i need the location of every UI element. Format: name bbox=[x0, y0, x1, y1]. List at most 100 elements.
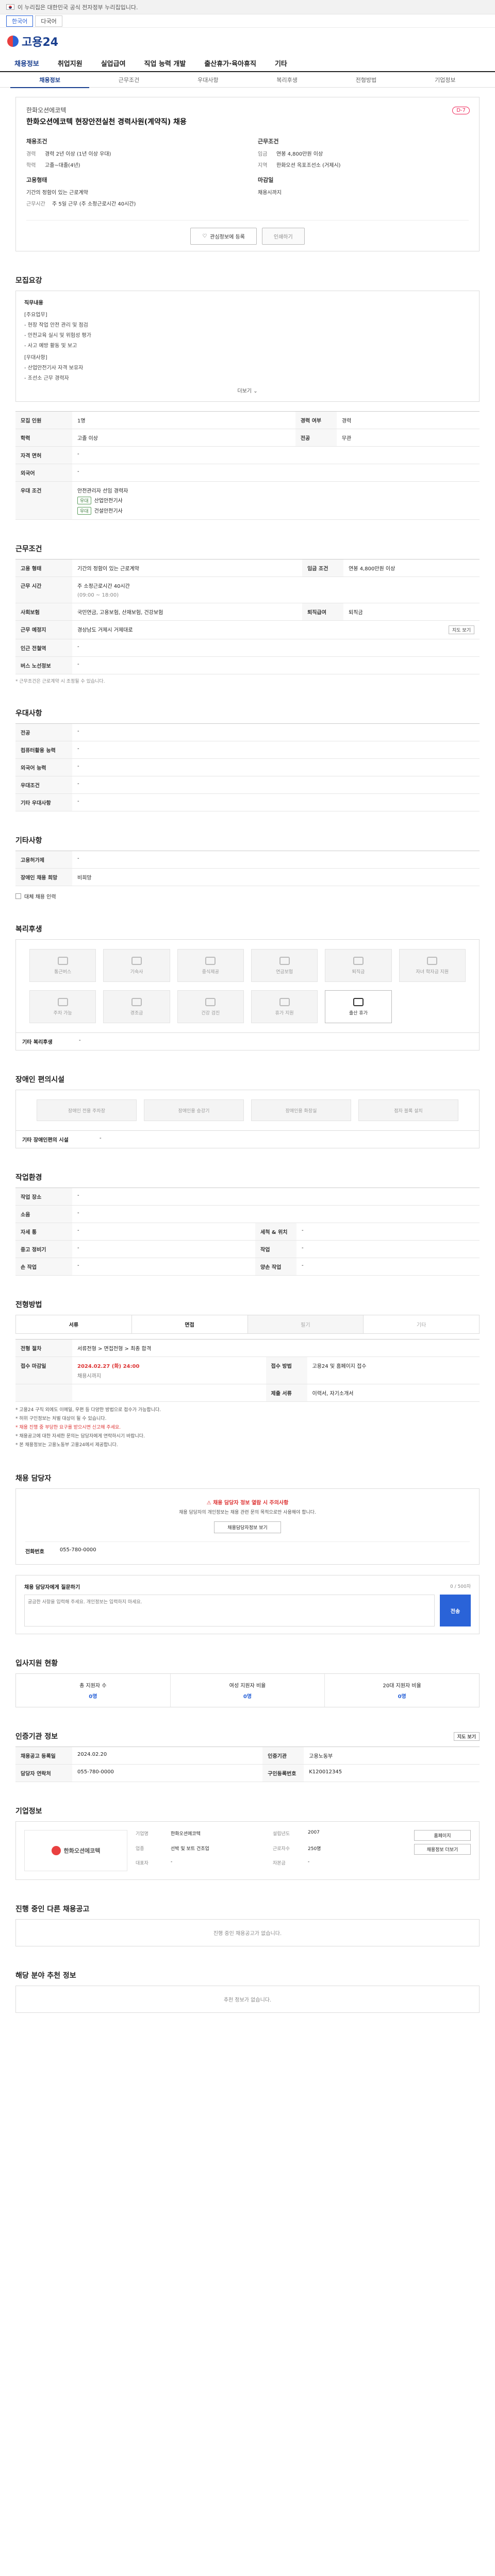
cell-key: 컴퓨터활용 능력 bbox=[15, 741, 72, 759]
agency-table: 채용공고 등록일 2024.02.20 인증기관 고용노동부 담당자 연락처 055-7… bbox=[15, 1747, 480, 1783]
cell-key: 퇴직급여 bbox=[302, 603, 344, 621]
cell-key: 접수 마감일 bbox=[15, 1357, 72, 1384]
inquiry-textarea[interactable] bbox=[24, 1595, 435, 1627]
cell-value: 2024.02.20 bbox=[72, 1747, 263, 1765]
cell-value: - bbox=[72, 758, 480, 776]
cell-value: - bbox=[72, 464, 480, 482]
kv-value: 채용시까지 bbox=[258, 190, 282, 196]
print-button-label: 인쇄하기 bbox=[273, 234, 293, 240]
map-button[interactable]: 지도 보기 bbox=[449, 625, 474, 634]
summary-left-heading: 채용조건 bbox=[26, 138, 47, 145]
alert-icon: ⚠ bbox=[206, 1500, 213, 1506]
stat-label: 여성 지원자 비율 bbox=[229, 1683, 266, 1689]
tab-prefer[interactable]: 우대사항 bbox=[169, 76, 248, 84]
company-key: 근로자수 bbox=[273, 1846, 290, 1852]
replacement-check-row: 대체 채용 인력 bbox=[15, 892, 480, 900]
gnb-item-leave[interactable]: 출산휴가·육아휴직 bbox=[195, 58, 266, 68]
more-label: 더보기 bbox=[237, 388, 252, 394]
screening-methods: 서류 면접 필기 기타 bbox=[15, 1315, 480, 1334]
inquiry-send-button[interactable]: 전송 bbox=[440, 1595, 471, 1627]
logo-link[interactable]: 고용24 bbox=[7, 33, 58, 49]
hours-sub: (09:00 ~ 18:00) bbox=[77, 592, 119, 598]
logo-mark-icon bbox=[7, 36, 19, 47]
cell-value: 1명 bbox=[72, 411, 295, 429]
cell-value: 이력서, 자기소개서 bbox=[307, 1384, 480, 1402]
language-row: 한국어 다국어 bbox=[0, 14, 495, 28]
company-key: 자본금 bbox=[273, 1861, 286, 1867]
table-row: 컴퓨터활용 능력 - bbox=[15, 741, 480, 759]
cell-value: - bbox=[72, 639, 480, 657]
view-contact-button[interactable]: 채용담당자정보 보기 bbox=[214, 1521, 281, 1534]
cell-value: 2024.02.27 (화) 24:00 채용시까지 bbox=[72, 1357, 266, 1384]
company-key: 설립년도 bbox=[273, 1832, 290, 1837]
table-row: 근무 예정지 경상남도 거제시 거제대로 지도 보기 bbox=[15, 620, 480, 639]
table-row: 손 작업 - 양손 작업 - bbox=[15, 1258, 480, 1276]
bus-icon bbox=[57, 956, 68, 965]
replacement-checkbox[interactable] bbox=[15, 893, 21, 899]
brand-name: 고용24 bbox=[22, 36, 59, 49]
cell-value: 주 소정근로시간 40시간 (09:00 ~ 18:00) bbox=[72, 577, 480, 603]
agency-title: 인증기관 정보 bbox=[15, 1733, 58, 1741]
gnb-item-training[interactable]: 직업 능력 개발 bbox=[135, 58, 195, 68]
welfare-item: 경조금 bbox=[103, 990, 170, 1023]
tab-welfare[interactable]: 복리후생 bbox=[248, 76, 326, 84]
welfare-item: 기숙사 bbox=[103, 949, 170, 982]
notice-item: * 본 채용정보는 고용노동부 고용24에서 제공합니다. bbox=[15, 1442, 118, 1448]
environment-section-title: 작업환경 bbox=[15, 1172, 480, 1182]
tab-company[interactable]: 기업정보 bbox=[406, 76, 485, 84]
kv-key: 근무시간 bbox=[26, 201, 45, 207]
similar-title: 해당 분야 추천 정보 bbox=[15, 1972, 76, 1980]
deadline-sub: 채용시까지 bbox=[77, 1374, 101, 1379]
gnb-item-support[interactable]: 취업지원 bbox=[48, 58, 92, 68]
cell-value: 고졸 이상 bbox=[72, 429, 295, 447]
more-jobs-button[interactable]: 채용정보 더보기 bbox=[414, 1844, 471, 1855]
cell-key: 중고 정비기 bbox=[15, 1240, 72, 1258]
welfare-item-label: 중식제공 bbox=[202, 969, 219, 975]
gnb-item-benefits[interactable]: 실업급여 bbox=[92, 58, 135, 68]
footer-space bbox=[15, 2013, 480, 2033]
kv-key: 지역 bbox=[258, 163, 268, 168]
kv-value: 연봉 4,800만원 이상 bbox=[276, 151, 323, 157]
tab-conditions[interactable]: 근무조건 bbox=[89, 76, 168, 84]
cell-key: 근무 예정지 bbox=[15, 620, 72, 639]
facility-etc-value: - bbox=[100, 1136, 102, 1141]
hours-value: 주 소정근로시간 40시간 bbox=[77, 584, 130, 589]
tab-screening[interactable]: 전형방법 bbox=[326, 76, 405, 84]
company-value: 250명 bbox=[308, 1846, 321, 1852]
main-navigation: 채용정보 취업지원 실업급여 직업 능력 개발 출산휴가·육아휴직 기타 bbox=[0, 55, 495, 72]
homepage-button[interactable]: 홈페이지 bbox=[414, 1830, 471, 1841]
cell-value: - bbox=[72, 1258, 255, 1276]
stat-label: 20대 지원자 비율 bbox=[383, 1683, 421, 1689]
cell-value: - bbox=[72, 1188, 480, 1206]
desc-line: - 현장 작업 안전 관리 및 점검 bbox=[24, 323, 88, 328]
stat-value: 0명 bbox=[398, 1694, 406, 1700]
screening-title: 전형방법 bbox=[15, 1301, 42, 1309]
cell-key: 고용허가제 bbox=[15, 851, 72, 869]
more-button[interactable]: 더보기 ⌄ bbox=[24, 386, 471, 394]
conditions-title: 근무조건 bbox=[15, 545, 42, 553]
tab-recruit[interactable]: 채용정보 bbox=[10, 72, 90, 88]
lang-other-button[interactable]: 다국어 bbox=[35, 15, 62, 27]
welfare-item-label: 자녀 학자금 지원 bbox=[416, 969, 449, 975]
lang-korean-button[interactable]: 한국어 bbox=[6, 15, 34, 27]
cell-key: 임금 조건 bbox=[302, 559, 344, 577]
table-row: 고용 형태 기간의 정함이 있는 근로계약 임금 조건 연봉 4,800만원 이상 bbox=[15, 559, 480, 577]
gnb-item-etc[interactable]: 기타 bbox=[266, 58, 296, 68]
cell-value: - bbox=[296, 1240, 480, 1258]
agency-map-button[interactable]: 지도 보기 bbox=[453, 1732, 480, 1741]
welfare-item-label: 경조금 bbox=[130, 1010, 143, 1016]
applicants-section-title: 입사지원 현황 bbox=[15, 1658, 480, 1668]
cell-key: 우대조건 bbox=[15, 776, 72, 794]
print-button[interactable]: 인쇄하기 bbox=[261, 228, 305, 245]
notice-item: * 허위 구인정보는 처벌 대상이 될 수 있습니다. bbox=[15, 1416, 107, 1421]
gnb-item-jobs[interactable]: 채용정보 bbox=[5, 58, 48, 68]
cell-key: 우대 조건 bbox=[15, 481, 72, 520]
cell-value: - bbox=[72, 656, 480, 674]
header: 고용24 bbox=[0, 28, 495, 55]
chevron-down-icon: ⌄ bbox=[253, 388, 258, 394]
kv-career: 경력 경력 2년 이상 (1년 이상 우대) bbox=[26, 149, 237, 157]
phone-row: 전화번호 055-780-0000 bbox=[25, 1541, 470, 1555]
contact-warning-text: 채용 담당자 정보 열람 시 주의사항 bbox=[213, 1500, 289, 1506]
interest-button[interactable]: ♡ 관심정보에 등록 bbox=[190, 228, 257, 245]
graduation-icon bbox=[427, 956, 438, 965]
